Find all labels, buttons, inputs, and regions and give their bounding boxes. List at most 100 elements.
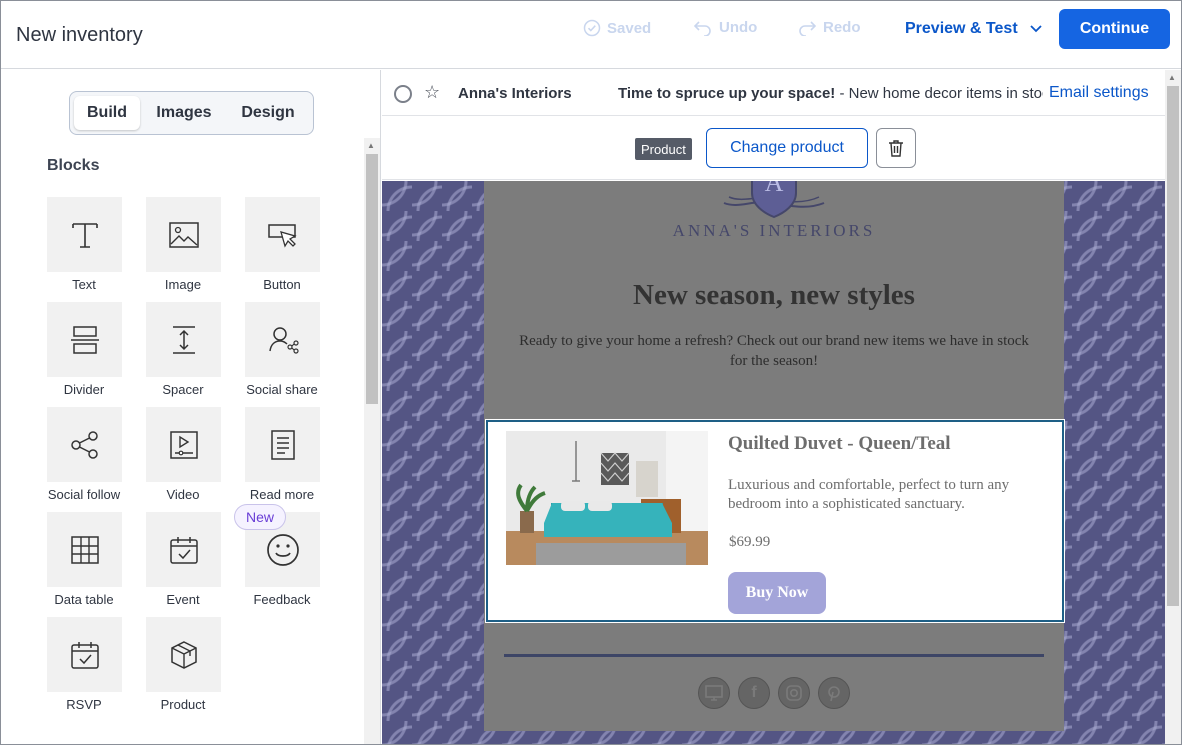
block-video[interactable] (146, 407, 221, 482)
block-divider[interactable] (47, 302, 122, 377)
subject-text: Time to spruce up your space! (618, 85, 836, 102)
app-window: New inventory Saved Undo Redo Preview & … (0, 0, 1182, 745)
block-social-follow[interactable] (47, 407, 122, 482)
video-icon (169, 430, 198, 459)
block-rsvp-label: RSVP (66, 697, 102, 712)
preview-test-dropdown[interactable]: Preview & Test (905, 20, 1042, 38)
block-product-label: Product (160, 697, 206, 712)
block-image[interactable] (146, 197, 221, 272)
undo-label: Undo (719, 19, 758, 36)
preheader-text: - New home decor items in stock (835, 85, 1043, 102)
social-icons: f (484, 677, 1064, 709)
sender-name: Anna's Interiors (458, 85, 572, 102)
block-data-table-label: Data table (54, 592, 114, 607)
text-icon (71, 222, 98, 248)
email-settings-link[interactable]: Email settings (1049, 84, 1149, 102)
block-spacer-label: Spacer (162, 382, 204, 397)
redo-button[interactable]: Redo (797, 19, 861, 36)
email-headline[interactable]: New season, new styles (484, 279, 1064, 312)
product-tag: Product (635, 138, 692, 160)
product-description: Luxurious and comfortable, perfect to tu… (728, 477, 1010, 512)
block-video-label: Video (166, 487, 200, 502)
undo-button[interactable]: Undo (693, 19, 757, 36)
block-social-share-label: Social share (246, 382, 318, 397)
block-social-share[interactable] (245, 302, 320, 377)
block-button[interactable] (245, 197, 320, 272)
image-icon (168, 221, 199, 248)
data-table-icon (70, 535, 99, 564)
product-image (506, 431, 708, 565)
continue-button[interactable]: Continue (1059, 9, 1170, 49)
divider-icon (70, 325, 99, 354)
page-title: New inventory (16, 24, 143, 46)
block-feedback-label: Feedback (253, 592, 311, 607)
product-name: Quilted Duvet - Queen/Teal (728, 433, 951, 454)
email-preview-bar: ☆ Anna's Interiors Time to spruce up you… (382, 70, 1165, 116)
block-spacer[interactable] (146, 302, 221, 377)
facebook-icon[interactable]: f (738, 677, 770, 709)
trash-icon (889, 140, 903, 157)
chevron-down-icon (1030, 25, 1042, 33)
tab-design[interactable]: Design (228, 96, 308, 130)
block-social-follow-label: Social follow (47, 487, 121, 502)
brand-logo[interactable]: A (714, 181, 834, 221)
rsvp-icon (70, 641, 99, 669)
saved-label: Saved (607, 19, 652, 37)
block-toolbar: Product Change product (382, 116, 1165, 180)
editor-area: ☆ Anna's Interiors Time to spruce up you… (382, 70, 1181, 744)
feedback-icon (266, 533, 299, 566)
buy-now-button[interactable]: Buy Now (728, 572, 826, 614)
email-intro[interactable]: Ready to give your home a refresh? Check… (514, 331, 1034, 371)
block-data-table[interactable] (47, 512, 122, 587)
scroll-thumb[interactable] (366, 154, 378, 404)
editor-scrollbar[interactable]: ▲ (1165, 70, 1181, 744)
block-image-label: Image (164, 277, 202, 292)
social-share-icon (268, 326, 299, 354)
delete-block-button[interactable] (876, 128, 916, 168)
tab-images[interactable]: Images (140, 96, 228, 130)
logo-letter: A (765, 181, 784, 197)
subject-line: Time to spruce up your space! - New home… (618, 85, 1043, 102)
blocks-title: Blocks (47, 157, 100, 174)
block-rsvp[interactable] (47, 617, 122, 692)
pinterest-icon[interactable] (818, 677, 850, 709)
preview-label: Preview & Test (905, 20, 1018, 37)
brand-name: ANNA'S INTERIORS (672, 221, 876, 240)
scroll-up-arrow[interactable]: ▲ (367, 141, 375, 150)
block-text-label: Text (72, 277, 96, 292)
change-product-button[interactable]: Change product (706, 128, 868, 168)
email-divider[interactable] (504, 654, 1044, 657)
editor-scroll-up-arrow[interactable]: ▲ (1168, 73, 1176, 82)
block-text[interactable] (47, 197, 122, 272)
block-product[interactable] (146, 617, 221, 692)
block-divider-label: Divider (63, 382, 105, 397)
block-read-more-label: Read more (249, 487, 315, 502)
saved-status: Saved (583, 19, 651, 37)
editor-scroll-thumb[interactable] (1167, 86, 1179, 606)
star-icon[interactable]: ☆ (424, 82, 440, 103)
top-header: New inventory Saved Undo Redo Preview & … (1, 1, 1181, 69)
instagram-icon[interactable] (778, 677, 810, 709)
select-radio[interactable] (394, 85, 412, 103)
email-body: A ANNA'S INTERIORS New season, new style… (484, 181, 1065, 731)
product-icon (170, 640, 197, 669)
event-icon (169, 536, 198, 564)
undo-icon (693, 20, 711, 36)
tab-build[interactable]: Build (74, 96, 140, 130)
redo-icon (799, 20, 817, 36)
check-circle-icon (583, 19, 601, 37)
social-follow-icon (70, 430, 98, 459)
block-read-more[interactable] (245, 407, 320, 482)
button-icon (267, 223, 297, 248)
redo-label: Redo (823, 19, 861, 36)
panel-tabs: Build Images Design (69, 91, 314, 135)
block-button-label: Button (263, 277, 301, 292)
block-event[interactable] (146, 512, 221, 587)
new-badge: New (234, 504, 286, 530)
spacer-icon (172, 325, 195, 354)
website-icon[interactable] (698, 677, 730, 709)
blocks-panel: Build Images Design Blocks Text Image Bu… (1, 70, 381, 744)
product-block[interactable]: Quilted Duvet - Queen/Teal Luxurious and… (485, 419, 1065, 623)
read-more-icon (270, 429, 295, 460)
blocks-scrollbar[interactable]: ▲ (364, 138, 380, 744)
